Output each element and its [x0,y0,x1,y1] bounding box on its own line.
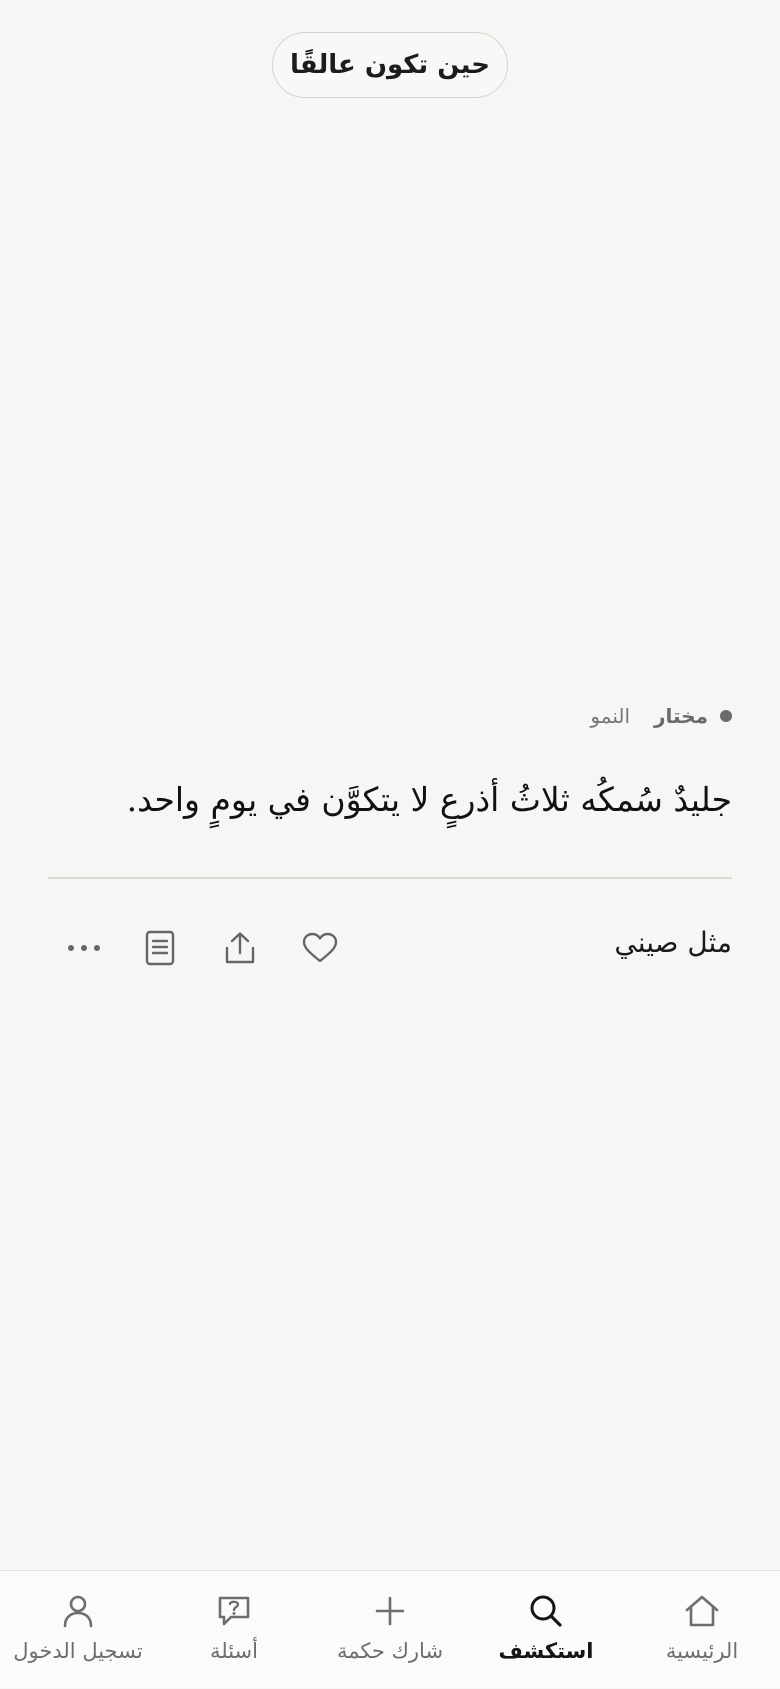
share-button[interactable] [216,924,264,972]
plus-icon [370,1591,410,1631]
details-button[interactable] [136,924,184,972]
question-bubble-icon [214,1591,254,1631]
topic-pill-button[interactable]: حين تكون عالقًا [272,32,508,98]
more-horizontal-icon [67,944,101,952]
quote-text: جليدٌ سُمكُه ثلاثُ أذرعٍ لا يتكوَّن في ي… [126,780,732,819]
nav-login-label: تسجيل الدخول [13,1639,143,1663]
nav-share-wisdom[interactable]: شارك حكمة [312,1571,468,1689]
nav-explore[interactable]: استكشف [468,1571,624,1689]
user-icon [58,1591,98,1631]
heart-icon [302,932,338,964]
nav-questions-label: أسئلة [210,1639,258,1663]
home-icon [682,1591,722,1631]
topic-pill-label: حين تكون عالقًا [290,50,490,80]
category-link[interactable]: النمو [590,704,630,728]
divider [48,877,732,879]
search-icon [526,1591,566,1631]
more-button[interactable] [60,924,108,972]
nav-login[interactable]: تسجيل الدخول [0,1571,156,1689]
bottom-nav: الرئيسية استكشف شارك حكمة أسئلة تسجيل ال… [0,1570,780,1688]
nav-questions[interactable]: أسئلة [156,1571,312,1689]
like-button[interactable] [296,924,344,972]
nav-share-wisdom-label: شارك حكمة [336,1639,444,1663]
nav-home-label: الرئيسية [665,1639,739,1663]
nav-home[interactable]: الرئيسية [624,1571,780,1689]
quote-source: مثل صيني [614,926,732,959]
featured-tag: مختار [654,704,708,728]
nav-explore-label: استكشف [498,1639,594,1663]
document-icon [145,930,175,966]
quote-meta: مختار النمو [590,704,732,728]
featured-dot-icon [720,710,732,722]
share-icon [224,931,256,965]
